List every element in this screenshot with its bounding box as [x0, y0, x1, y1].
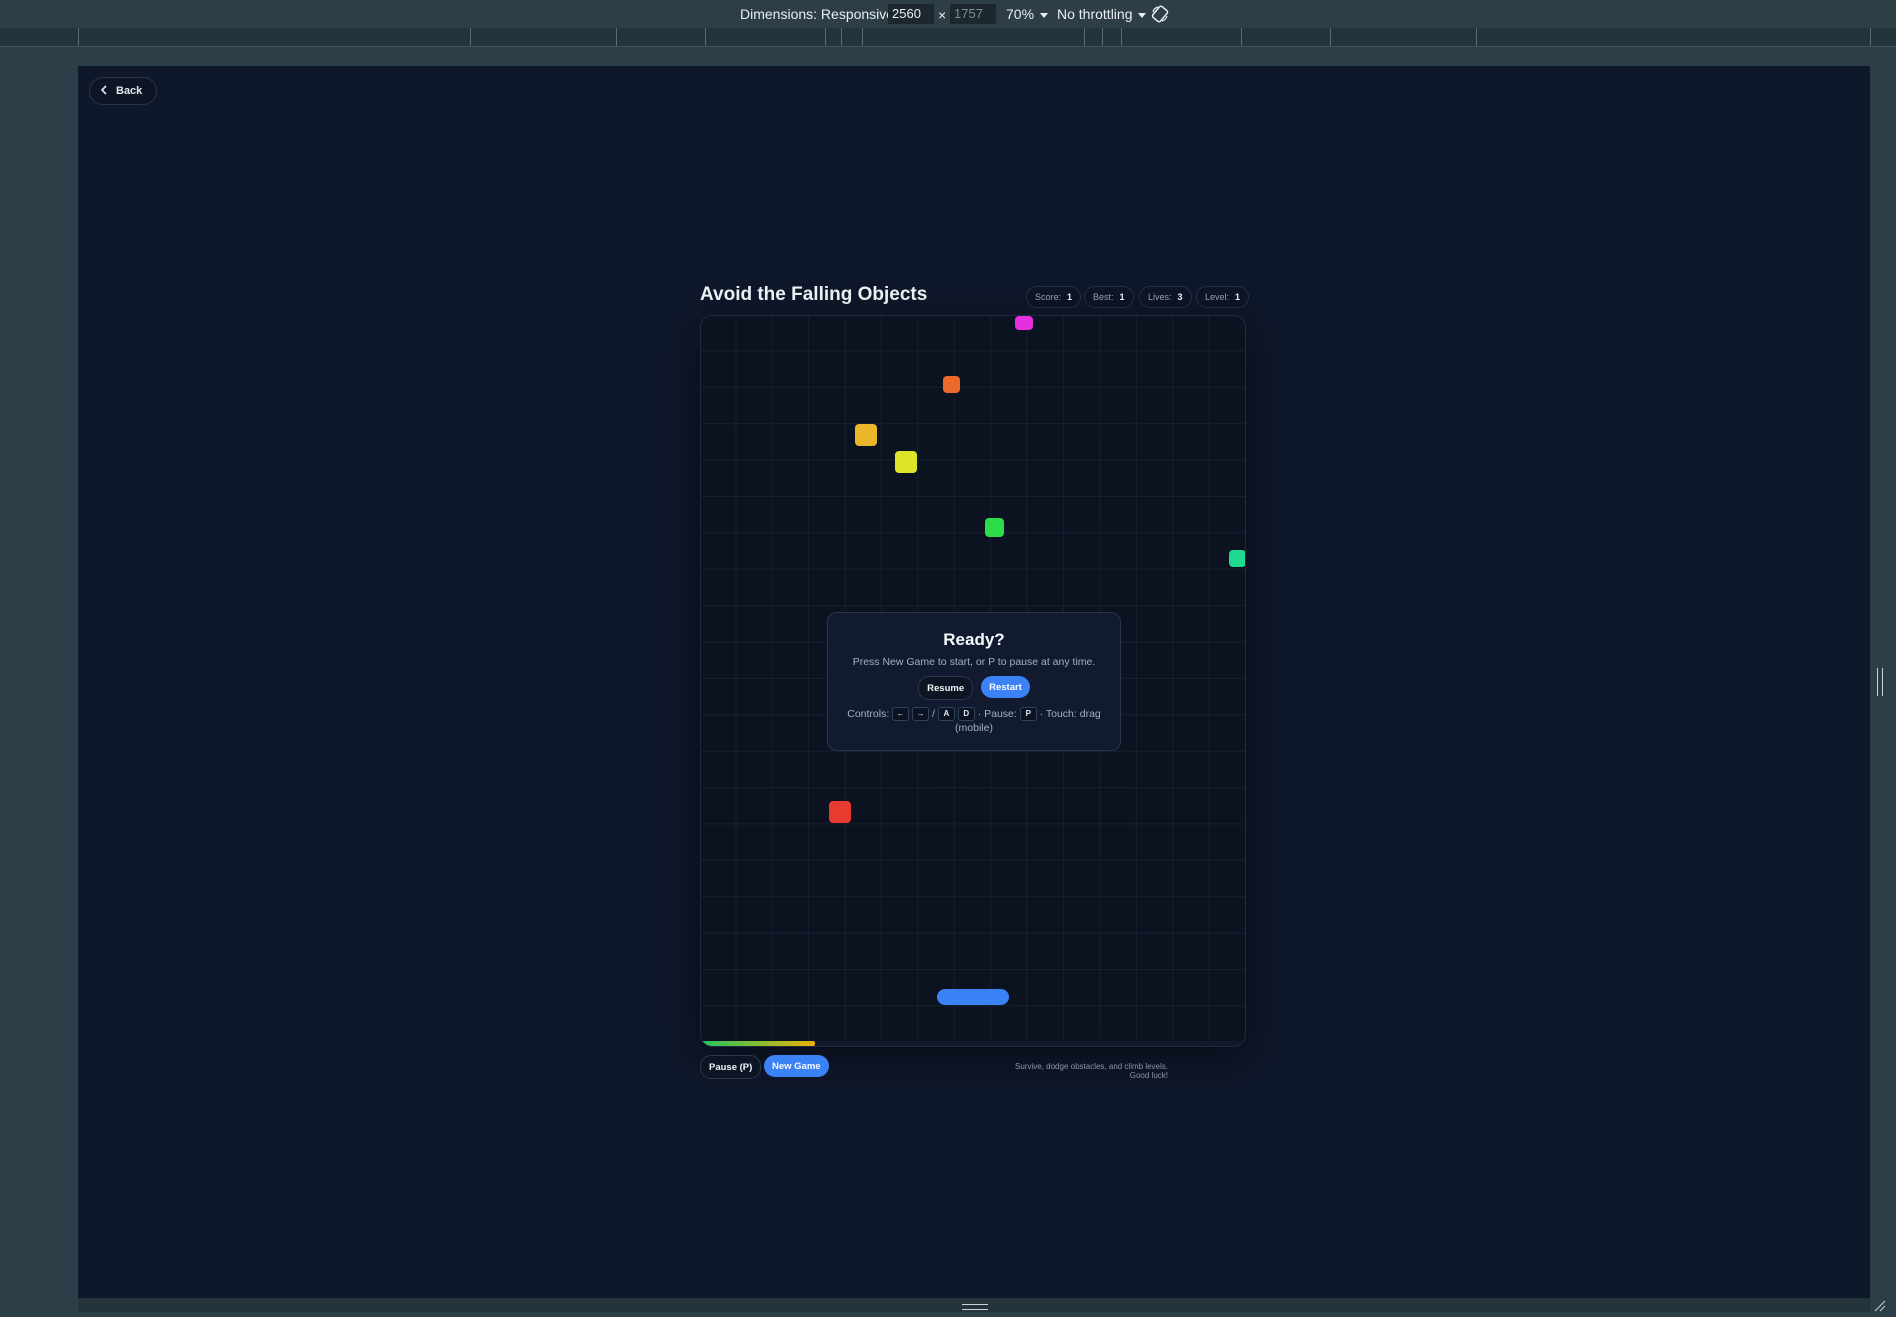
- pause-hint: · Pause:: [977, 708, 1017, 720]
- restart-button[interactable]: Restart: [981, 676, 1030, 698]
- slash-separator: /: [932, 708, 935, 720]
- best-label: Best:: [1093, 292, 1114, 302]
- controls-help: Controls: ← → / A D · Pause: P · Touch: …: [828, 707, 1120, 735]
- falling-object: [829, 801, 851, 823]
- rotate-icon[interactable]: [1150, 4, 1170, 27]
- best-badge: Best: 1: [1084, 286, 1134, 308]
- falling-object: [985, 518, 1004, 537]
- ready-dialog: Ready? Press New Game to start, or P to …: [827, 612, 1121, 751]
- viewport-resize-handle-bottom[interactable]: [962, 1304, 988, 1310]
- zoom-dropdown[interactable]: 70%: [1006, 6, 1049, 22]
- level-badge: Level: 1: [1196, 286, 1250, 308]
- score-label: Score:: [1035, 292, 1062, 302]
- falling-object: [1015, 316, 1033, 330]
- new-game-button[interactable]: New Game: [764, 1055, 829, 1077]
- dialog-message: Press New Game to start, or P to pause a…: [852, 656, 1096, 668]
- falling-object: [855, 424, 877, 446]
- key-d: D: [957, 707, 975, 722]
- times-separator: ×: [938, 7, 947, 23]
- lives-badge: Lives: 3: [1139, 286, 1192, 308]
- score-badge: Score: 1: [1026, 286, 1082, 308]
- player-paddle[interactable]: [937, 989, 1009, 1005]
- throttling-label: No throttling: [1057, 6, 1133, 22]
- chevron-left-icon: [100, 84, 108, 98]
- score-value: 1: [1067, 292, 1073, 302]
- lives-label: Lives:: [1148, 292, 1172, 302]
- devtools-toolbar: Dimensions: Responsive 2560 × 1757 70% N…: [0, 0, 1896, 28]
- level-progress-bar: [701, 1041, 1245, 1046]
- chevron-down-icon: [1138, 12, 1147, 18]
- back-button[interactable]: Back: [89, 77, 158, 105]
- chevron-down-icon: [1040, 12, 1049, 18]
- back-label: Back: [116, 85, 143, 97]
- width-input[interactable]: 2560: [888, 4, 934, 24]
- dimensions-dropdown[interactable]: Dimensions: Responsive: [740, 6, 909, 22]
- key-right: →: [912, 707, 930, 722]
- lives-value: 3: [1177, 292, 1183, 302]
- falling-object: [895, 451, 917, 473]
- level-progress-fill: [701, 1041, 816, 1046]
- resume-button[interactable]: Resume: [918, 676, 974, 700]
- key-left: ←: [892, 707, 910, 722]
- level-value: 1: [1235, 292, 1241, 302]
- controls-label: Controls:: [847, 708, 890, 720]
- media-query-ruler: [0, 28, 1896, 47]
- key-p: P: [1019, 707, 1037, 722]
- page-title: Avoid the Falling Objects: [700, 284, 928, 305]
- zoom-label: 70%: [1006, 6, 1035, 22]
- key-a: A: [937, 707, 955, 722]
- throttling-dropdown[interactable]: No throttling: [1057, 6, 1147, 22]
- height-input[interactable]: 1757: [950, 4, 996, 24]
- game-board[interactable]: Ready? Press New Game to start, or P to …: [700, 315, 1246, 1047]
- falling-object: [943, 376, 960, 393]
- footnote: Survive, dodge obstacles, and climb leve…: [1015, 1062, 1168, 1080]
- dialog-title: Ready?: [943, 630, 1005, 649]
- pause-button[interactable]: Pause (P): [700, 1055, 762, 1079]
- best-value: 1: [1119, 292, 1125, 302]
- level-label: Level:: [1205, 292, 1230, 302]
- viewport-resize-handle[interactable]: [1877, 668, 1883, 696]
- dimensions-label: Dimensions: Responsive: [740, 6, 895, 22]
- resize-corner-icon[interactable]: [1872, 1298, 1886, 1312]
- falling-object: [1229, 550, 1245, 567]
